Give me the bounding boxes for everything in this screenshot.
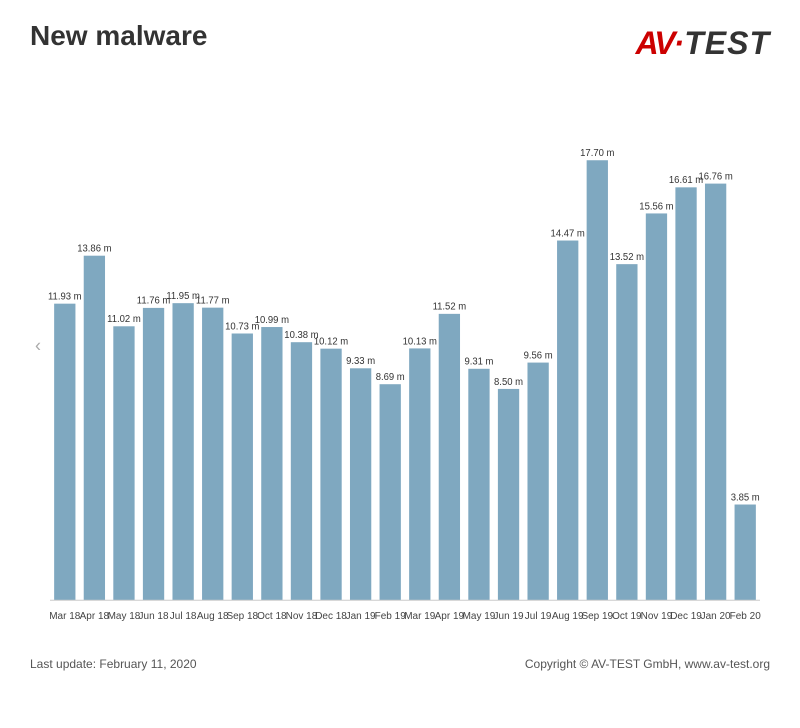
svg-text:10.12 m: 10.12 m: [314, 336, 348, 347]
copyright: Copyright © AV-TEST GmbH, www.av-test.or…: [525, 657, 770, 671]
svg-text:Apr 18: Apr 18: [80, 611, 110, 622]
svg-text:8.69 m: 8.69 m: [376, 372, 405, 383]
header: New malware AV · TEST: [30, 20, 770, 62]
svg-text:11.52 m: 11.52 m: [433, 302, 467, 313]
svg-text:13.86 m: 13.86 m: [77, 243, 111, 254]
svg-text:Jul 19: Jul 19: [525, 611, 552, 622]
svg-text:Mar 19: Mar 19: [404, 611, 435, 622]
svg-text:9.31 m: 9.31 m: [464, 357, 493, 368]
svg-text:Jul 18: Jul 18: [170, 611, 197, 622]
svg-text:May 19: May 19: [463, 611, 496, 622]
svg-text:Sep 18: Sep 18: [226, 611, 258, 622]
svg-text:Feb 20: Feb 20: [730, 611, 761, 622]
svg-text:10.13 m: 10.13 m: [403, 336, 437, 347]
bar-chart: 11.93 m Mar 18 13.86 m Apr 18 11.02 m May 18 1…: [30, 72, 770, 652]
svg-text:Dec 19: Dec 19: [670, 611, 702, 622]
svg-text:Jun 19: Jun 19: [494, 611, 524, 622]
last-update: Last update: February 11, 2020: [30, 657, 197, 671]
svg-text:11.02 m: 11.02 m: [107, 314, 141, 325]
svg-text:13.52 m: 13.52 m: [610, 252, 644, 263]
page-title: New malware: [30, 20, 207, 52]
svg-text:11.76 m: 11.76 m: [137, 296, 171, 307]
svg-text:Feb 19: Feb 19: [375, 611, 406, 622]
footer: Last update: February 11, 2020 Copyright…: [30, 657, 770, 671]
svg-text:14.47 m: 14.47 m: [551, 228, 585, 239]
svg-text:Mar 18: Mar 18: [49, 611, 80, 622]
svg-text:11.95 m: 11.95 m: [166, 291, 200, 302]
svg-text:Jan 20: Jan 20: [701, 611, 731, 622]
svg-text:Dec 18: Dec 18: [315, 611, 347, 622]
svg-text:‹: ‹: [35, 334, 41, 355]
svg-text:10.99 m: 10.99 m: [255, 315, 289, 326]
svg-text:Nov 18: Nov 18: [286, 611, 318, 622]
logo-av: AV: [635, 25, 673, 62]
svg-text:9.56 m: 9.56 m: [524, 350, 553, 361]
chart-area: 11.93 m Mar 18 13.86 m Apr 18 11.02 m May 18 1…: [30, 72, 770, 652]
svg-text:Jun 18: Jun 18: [139, 611, 169, 622]
svg-text:May 18: May 18: [108, 611, 141, 622]
svg-text:Aug 19: Aug 19: [552, 611, 584, 622]
svg-text:Nov 19: Nov 19: [641, 611, 673, 622]
logo-slash: ·: [674, 25, 685, 62]
logo-test: TEST: [684, 25, 770, 62]
svg-text:Oct 18: Oct 18: [257, 611, 287, 622]
svg-text:8.50 m: 8.50 m: [494, 377, 523, 388]
svg-text:11.93 m: 11.93 m: [48, 291, 82, 302]
svg-text:15.56 m: 15.56 m: [639, 201, 673, 212]
svg-text:3.85 m: 3.85 m: [731, 492, 760, 503]
svg-text:Apr 19: Apr 19: [435, 611, 465, 622]
avtest-logo: AV · TEST: [635, 25, 770, 62]
svg-text:16.76 m: 16.76 m: [698, 171, 732, 182]
svg-text:17.70 m: 17.70 m: [580, 148, 614, 159]
svg-text:11.77 m: 11.77 m: [196, 295, 230, 306]
svg-text:Oct 19: Oct 19: [612, 611, 642, 622]
svg-text:Aug 18: Aug 18: [197, 611, 229, 622]
svg-text:Jan 19: Jan 19: [346, 611, 376, 622]
main-container: New malware AV · TEST 11.93 m Mar 18 13.86…: [0, 0, 800, 728]
svg-text:Sep 19: Sep 19: [581, 611, 613, 622]
svg-text:9.33 m: 9.33 m: [346, 356, 375, 367]
